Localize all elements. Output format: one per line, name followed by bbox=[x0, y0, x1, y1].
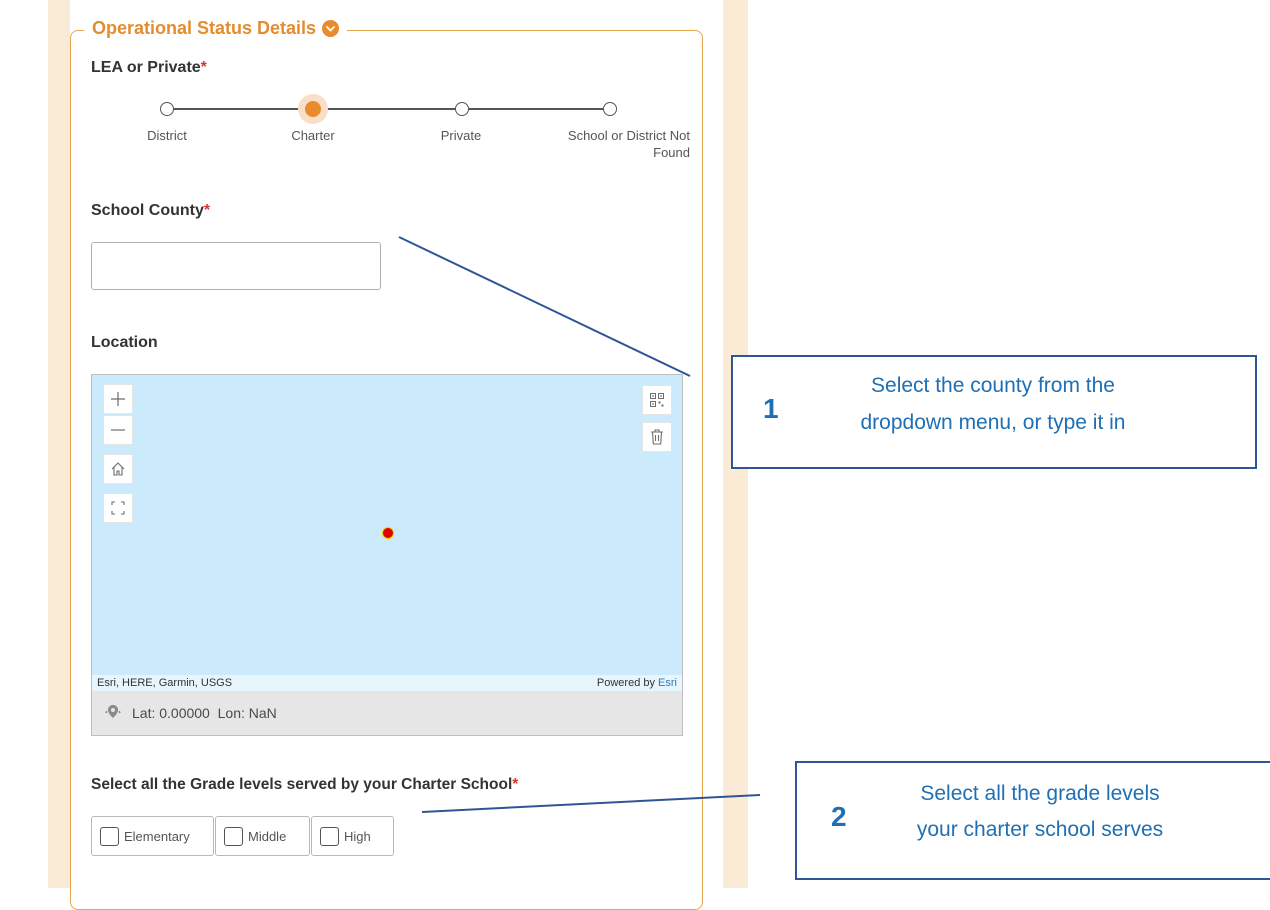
trash-icon bbox=[651, 429, 663, 445]
location-map[interactable]: Esri, HERE, Garmin, USGS Powered by Esri… bbox=[91, 374, 683, 736]
qr-code-icon bbox=[650, 393, 664, 407]
grades-question-label: Select all the Grade levels served by yo… bbox=[91, 776, 518, 794]
callout-2-line-2: your charter school serves bbox=[916, 818, 1164, 841]
location-point-marker[interactable] bbox=[382, 527, 394, 539]
home-icon bbox=[111, 462, 125, 476]
map-attribution: Esri, HERE, Garmin, USGS Powered by Esri bbox=[92, 675, 682, 691]
callout-1-line-2: dropdown menu, or type it in bbox=[860, 411, 1126, 434]
powered-by: Powered by Esri bbox=[597, 677, 677, 689]
fullscreen-icon bbox=[111, 501, 125, 515]
county-input[interactable] bbox=[91, 242, 381, 290]
checkbox-middle[interactable] bbox=[224, 826, 243, 846]
radio-label-charter[interactable]: Charter bbox=[263, 127, 363, 144]
callout-1-line-1: Select the county from the bbox=[871, 374, 1115, 397]
radio-label-not-found[interactable]: School or District Not Found bbox=[530, 127, 690, 161]
radio-charter[interactable] bbox=[305, 101, 321, 117]
attribution-text: Esri, HERE, Garmin, USGS bbox=[97, 677, 233, 689]
required-mark: * bbox=[512, 776, 519, 793]
radio-track bbox=[167, 108, 610, 110]
home-button[interactable] bbox=[103, 454, 133, 484]
checkbox-elementary[interactable] bbox=[100, 826, 119, 846]
minus-icon bbox=[111, 429, 125, 431]
grade-option-middle[interactable]: Middle bbox=[215, 816, 310, 856]
county-label-text: School County bbox=[91, 202, 204, 219]
fullscreen-button[interactable] bbox=[103, 493, 133, 523]
county-question-label: School County* bbox=[91, 202, 210, 220]
radio-label-district[interactable]: District bbox=[117, 127, 217, 144]
lea-label-text: LEA or Private bbox=[91, 59, 201, 76]
location-question-label: Location bbox=[91, 334, 158, 351]
radio-private[interactable] bbox=[455, 102, 469, 116]
grade-label-middle: Middle bbox=[248, 828, 287, 844]
section-title: Operational Status Details bbox=[92, 18, 317, 38]
left-margin-band bbox=[48, 0, 70, 888]
lea-question-label: LEA or Private* bbox=[91, 59, 207, 77]
checkbox-high[interactable] bbox=[320, 826, 339, 846]
required-mark: * bbox=[200, 59, 207, 76]
map-coordinate-bar: Lat: 0.00000 Lon: NaN bbox=[92, 691, 682, 735]
locate-icon[interactable] bbox=[102, 701, 124, 726]
esri-link[interactable]: Esri bbox=[658, 677, 677, 689]
callout-2: 2 Select all the grade levels your chart… bbox=[795, 761, 1270, 880]
grade-option-high[interactable]: High bbox=[311, 816, 394, 856]
grades-label-text: Select all the Grade levels served by yo… bbox=[91, 776, 513, 793]
zoom-out-button[interactable] bbox=[103, 415, 133, 445]
qr-code-button[interactable] bbox=[642, 385, 672, 415]
coordinates-text: Lat: 0.00000 Lon: NaN bbox=[132, 705, 277, 721]
powered-by-text: Powered by bbox=[596, 677, 655, 689]
callout-2-number: 2 bbox=[831, 801, 847, 832]
grade-option-elementary[interactable]: Elementary bbox=[91, 816, 214, 856]
chevron-down-circle-icon[interactable] bbox=[322, 20, 340, 37]
callout-1: 1 Select the county from the dropdown me… bbox=[731, 355, 1257, 469]
plus-icon bbox=[111, 392, 125, 406]
callout-2-line-1: Select all the grade levels bbox=[920, 782, 1160, 805]
radio-not-found[interactable] bbox=[603, 102, 617, 116]
radio-label-private[interactable]: Private bbox=[411, 127, 511, 144]
section-header[interactable]: Operational Status Details bbox=[84, 18, 348, 39]
callout-1-number: 1 bbox=[763, 393, 779, 424]
grade-label-high: High bbox=[344, 828, 371, 844]
radio-district[interactable] bbox=[160, 102, 174, 116]
required-mark: * bbox=[203, 202, 211, 219]
zoom-in-button[interactable] bbox=[103, 384, 133, 414]
grade-label-elementary: Elementary bbox=[124, 828, 190, 844]
delete-point-button[interactable] bbox=[642, 422, 672, 452]
